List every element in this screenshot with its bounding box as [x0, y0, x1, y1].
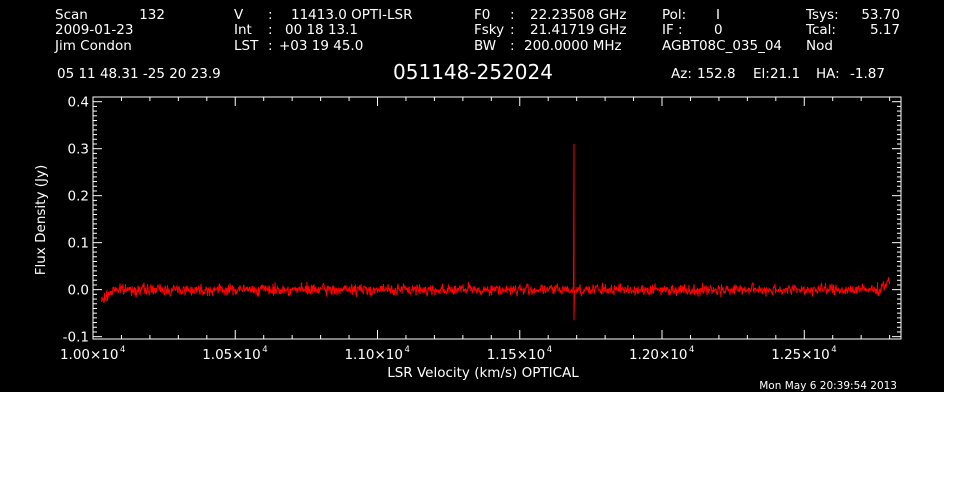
plot-panel: Scan 132 2009-01-23 Jim Condon V : 11413… [0, 0, 944, 392]
x-tick-times: ×10 [517, 347, 546, 363]
ha-label: HA: [816, 66, 840, 82]
x-tick-label: 1.20 ×10 4 [629, 345, 694, 363]
x-tick-label: 1.10 ×10 4 [344, 345, 409, 363]
observer-name: Jim Condon [54, 38, 132, 54]
y-tick-label: 0.1 [68, 236, 89, 252]
x-axis-title: LSR Velocity (km/s) OPTICAL [387, 365, 579, 381]
x-tick-labels: 1.00 ×10 4 1.05 ×10 4 1.10 ×10 4 1.15 ×10 4 1.20 ×10 4… [60, 345, 837, 363]
velocity-label: V [234, 7, 244, 23]
procedure-name: Nod [806, 38, 833, 54]
spectrum-plot: Scan 132 2009-01-23 Jim Condon V : 11413… [33, 7, 902, 392]
fsky-label: Fsky [474, 22, 504, 38]
velocity-value: 11413.0 OPTI-LSR [291, 7, 412, 23]
project-id: AGBT08C_035_04 [662, 38, 782, 54]
plot-frame [92, 96, 902, 340]
x-tick-exponent: 4 [120, 345, 125, 355]
x-tick-mantissa: 1.25 [771, 347, 801, 363]
scan-value: 132 [139, 7, 165, 23]
if-label: IF : [662, 22, 683, 38]
tsys-label: Tsys: [805, 7, 839, 23]
y-tick-label: 0.4 [68, 95, 89, 111]
az-label: Az: [671, 66, 692, 82]
pol-value: I [716, 7, 720, 23]
x-tick-times: ×10 [375, 347, 404, 363]
x-tick-exponent: 4 [547, 345, 552, 355]
y-axis-title: Flux Density (Jy) [33, 165, 49, 275]
x-tick-times: ×10 [801, 347, 830, 363]
x-tick-mantissa: 1.05 [202, 347, 232, 363]
x-tick-label: 1.25 ×10 4 [771, 345, 836, 363]
scan-label: Scan [55, 7, 88, 23]
x-tick-times: ×10 [659, 347, 688, 363]
x-tick-exponent: 4 [405, 345, 410, 355]
y-tick-label: -0.1 [63, 330, 89, 346]
f0-value: 22.23508 GHz [530, 7, 626, 23]
pol-label: Pol: [662, 7, 686, 23]
lst-label: LST [234, 38, 259, 54]
ha-value: -1.87 [850, 66, 885, 82]
f0-label: F0 [474, 7, 490, 23]
y-tick-labels: 0.4 0.3 0.2 0.1 0.0 -0.1 [63, 95, 89, 346]
x-tick-times: ×10 [90, 347, 119, 363]
el-label: El: [753, 66, 770, 82]
bw-sep: : [510, 38, 515, 54]
x-tick-label: 1.00 ×10 4 [60, 345, 125, 363]
el-value: 21.1 [770, 66, 800, 82]
observation-date: 2009-01-23 [55, 22, 133, 38]
int-value: 00 18 13.1 [285, 22, 358, 38]
x-tick-label: 1.15 ×10 4 [487, 345, 552, 363]
az-value: 152.8 [697, 66, 736, 82]
chart-title: 051148-252024 [393, 60, 553, 84]
fsky-value: 21.41719 GHz [530, 22, 626, 38]
bw-label: BW [474, 38, 496, 54]
x-tick-mantissa: 1.20 [629, 347, 659, 363]
y-tick-label: 0.2 [68, 189, 89, 205]
tsys-value: 53.70 [861, 7, 900, 23]
fsky-sep: : [510, 22, 515, 38]
spectrum-series-line [101, 143, 890, 321]
x-tick-exponent: 4 [262, 345, 267, 355]
int-sep: : [268, 22, 273, 38]
source-coords: 05 11 48.31 -25 20 23.9 [57, 66, 221, 82]
x-tick-mantissa: 1.00 [60, 347, 90, 363]
y-tick-label: 0.3 [68, 142, 89, 158]
x-tick-mantissa: 1.15 [487, 347, 517, 363]
f0-sep: : [510, 7, 515, 23]
x-tick-times: ×10 [232, 347, 261, 363]
tcal-label: Tcal: [805, 22, 836, 38]
y-tick-label: 0.0 [68, 283, 89, 299]
plot-timestamp: Mon May 6 20:39:54 2013 [759, 380, 897, 392]
axis-ticks [92, 96, 901, 339]
lst-value: +03 19 45.0 [279, 38, 363, 54]
x-tick-exponent: 4 [831, 345, 836, 355]
lst-sep: : [268, 38, 273, 54]
x-tick-mantissa: 1.10 [344, 347, 374, 363]
if-value: 0 [714, 22, 723, 38]
velocity-sep: : [268, 7, 273, 23]
tcal-value: 5.17 [870, 22, 900, 38]
int-label: Int [234, 22, 252, 38]
x-tick-exponent: 4 [689, 345, 694, 355]
x-tick-label: 1.05 ×10 4 [202, 345, 267, 363]
bw-value: 200.0000 MHz [524, 38, 622, 54]
